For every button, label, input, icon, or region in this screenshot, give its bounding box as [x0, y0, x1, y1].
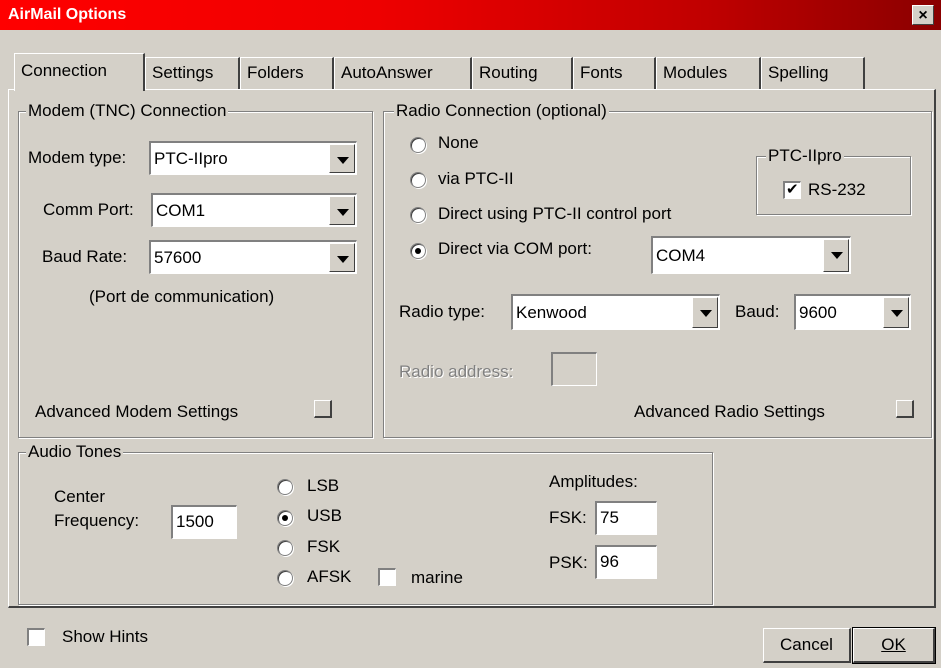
psk-amplitude-field[interactable]: 96	[595, 545, 657, 579]
tab-folders[interactable]: Folders	[240, 57, 334, 89]
psk-amplitude-value: 96	[600, 552, 619, 571]
advanced-modem-settings-button[interactable]	[314, 400, 332, 418]
tab-connection[interactable]: Connection	[14, 53, 145, 91]
mode-lsb-radio[interactable]	[277, 479, 293, 495]
radio-direct-ptc-label: Direct using PTC-II control port	[438, 204, 672, 223]
show-hints-label: Show Hints	[62, 627, 148, 646]
comm-port-label: Comm Port:	[43, 200, 134, 219]
chevron-down-icon[interactable]	[883, 297, 909, 328]
close-button[interactable]: ×	[912, 5, 934, 25]
mode-afsk-radio[interactable]	[277, 570, 293, 586]
radio-address-field[interactable]	[551, 352, 597, 386]
radio-type-label: Radio type:	[399, 302, 485, 321]
tab-autoanswer[interactable]: AutoAnswer	[334, 57, 472, 89]
radio-via-ptc[interactable]	[410, 172, 426, 188]
ptc-group-title: PTC-IIpro	[766, 146, 844, 166]
rs232-label: RS-232	[808, 180, 866, 199]
baud-rate-select[interactable]: 57600	[149, 240, 357, 274]
mode-afsk-label: AFSK	[307, 567, 352, 586]
ok-button-label: OK	[881, 635, 906, 654]
baud-rate-label: Baud Rate:	[42, 247, 128, 266]
chevron-down-icon[interactable]	[329, 196, 355, 225]
radio-none-label: None	[438, 133, 479, 152]
audio-tones-title: Audio Tones	[26, 442, 124, 462]
modem-type-label: Modem type:	[28, 148, 127, 167]
tab-routing[interactable]: Routing	[472, 57, 573, 89]
rs232-checkbox[interactable]	[783, 180, 801, 199]
com-port-value: COM4	[656, 246, 706, 265]
tab-spelling[interactable]: Spelling	[761, 57, 865, 89]
fsk-amp-label: FSK:	[549, 508, 587, 527]
psk-amp-label: PSK:	[549, 553, 588, 572]
comm-port-select[interactable]: COM1	[151, 193, 357, 227]
advanced-radio-settings-button[interactable]	[896, 400, 914, 418]
radio-via-ptc-label: via PTC-II	[438, 169, 514, 188]
mode-fsk-radio[interactable]	[277, 540, 293, 556]
radio-none[interactable]	[410, 137, 426, 153]
radio-group-title: Radio Connection (optional)	[394, 101, 609, 121]
mode-usb-label: USB	[307, 506, 342, 525]
ok-button[interactable]: OK	[852, 627, 936, 664]
mode-usb-radio[interactable]	[277, 510, 293, 526]
fsk-amplitude-field[interactable]: 75	[595, 501, 657, 535]
chevron-down-icon[interactable]	[692, 297, 718, 328]
center-label-2: Frequency:	[54, 511, 140, 530]
marine-checkbox[interactable]	[378, 568, 396, 586]
radio-baud-value: 9600	[799, 303, 837, 322]
marine-label: marine	[411, 568, 463, 587]
center-frequency-field[interactable]: 1500	[171, 505, 237, 539]
com-port-select[interactable]: COM4	[651, 236, 851, 274]
advanced-modem-label: Advanced Modem Settings	[35, 402, 239, 421]
baud-label: Baud:	[735, 302, 780, 321]
radio-address-label: Radio address:	[399, 362, 514, 381]
title-bar: AirMail Options	[0, 0, 941, 30]
mode-fsk-label: FSK	[307, 537, 341, 556]
radio-type-value: Kenwood	[516, 303, 587, 322]
radio-type-select[interactable]: Kenwood	[511, 294, 720, 330]
show-hints-checkbox[interactable]	[27, 628, 45, 646]
cancel-button[interactable]: Cancel	[763, 628, 851, 663]
fsk-amplitude-value: 75	[600, 508, 619, 527]
radio-direct-com-label: Direct via COM port:	[438, 239, 592, 258]
modem-group-title: Modem (TNC) Connection	[26, 101, 229, 121]
modem-type-select[interactable]: PTC-IIpro	[149, 141, 357, 175]
center-label-1: Center	[54, 487, 106, 506]
chevron-down-icon[interactable]	[329, 243, 355, 272]
modem-type-value: PTC-IIpro	[154, 149, 228, 168]
center-frequency-value: 1500	[176, 512, 214, 531]
baud-rate-value: 57600	[154, 248, 202, 267]
comm-port-value: COM1	[156, 201, 206, 220]
mode-lsb-label: LSB	[307, 476, 340, 495]
tab-settings[interactable]: Settings	[145, 57, 240, 89]
tab-fonts[interactable]: Fonts	[573, 57, 656, 89]
port-note: (Port de communication)	[89, 287, 275, 306]
chevron-down-icon[interactable]	[329, 144, 355, 173]
tab-modules[interactable]: Modules	[656, 57, 761, 89]
chevron-down-icon[interactable]	[823, 239, 849, 272]
radio-direct-com[interactable]	[410, 243, 426, 259]
window-title: AirMail Options	[8, 6, 127, 23]
radio-direct-ptc-control[interactable]	[410, 207, 426, 223]
advanced-radio-label: Advanced Radio Settings	[634, 402, 825, 421]
radio-baud-select[interactable]: 9600	[794, 294, 911, 330]
amplitudes-label: Amplitudes:	[549, 472, 638, 491]
